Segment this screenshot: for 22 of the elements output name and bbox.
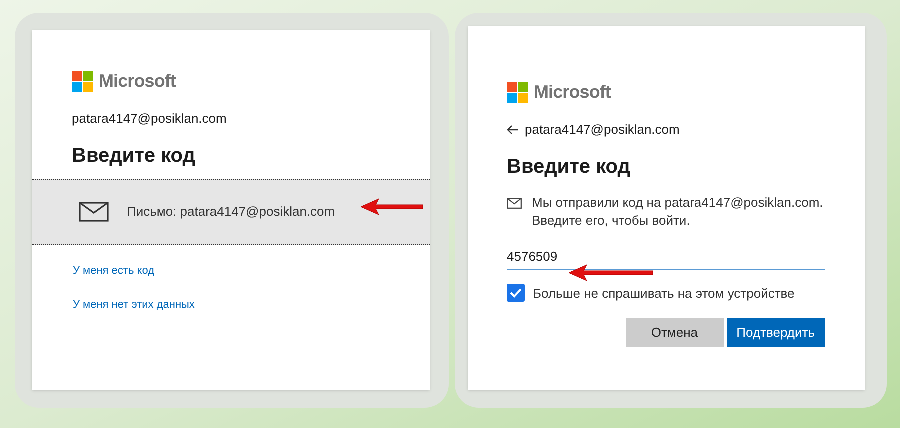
page-title: Введите код [71,144,196,168]
mail-icon [507,198,522,208]
confirm-button[interactable]: Подтвердить [726,318,825,347]
cancel-button[interactable]: Отмена [626,318,724,347]
account-email: patara4147@posiklan.com [525,121,680,139]
code-sent-message: Мы отправили код на patara4147@posiklan.com. Введите его, чтобы войти. [532,194,824,230]
logo-icon [507,82,528,103]
brand-name: Microsoft [99,70,176,93]
logo-icon [72,71,93,92]
checkbox-label: Больше не спрашивать на этом устройстве [533,284,795,303]
checkbox[interactable] [507,284,525,302]
link[interactable]: У меня есть код [73,262,154,279]
brand-name: Microsoft [534,81,611,104]
page-title: Введите код [507,154,632,180]
arrow-icon [567,263,655,283]
mail-icon [79,202,109,222]
email-option[interactable]: Письмо: patara4147@posiklan.com [32,178,430,244]
code-input-field[interactable]: 4576509 [507,244,825,270]
account-email: patara4147@posiklan.com [71,110,228,128]
back-arrow-icon[interactable] [507,124,519,135]
arrow-icon [359,197,425,217]
link[interactable]: У меня нет этих данных [73,297,195,314]
